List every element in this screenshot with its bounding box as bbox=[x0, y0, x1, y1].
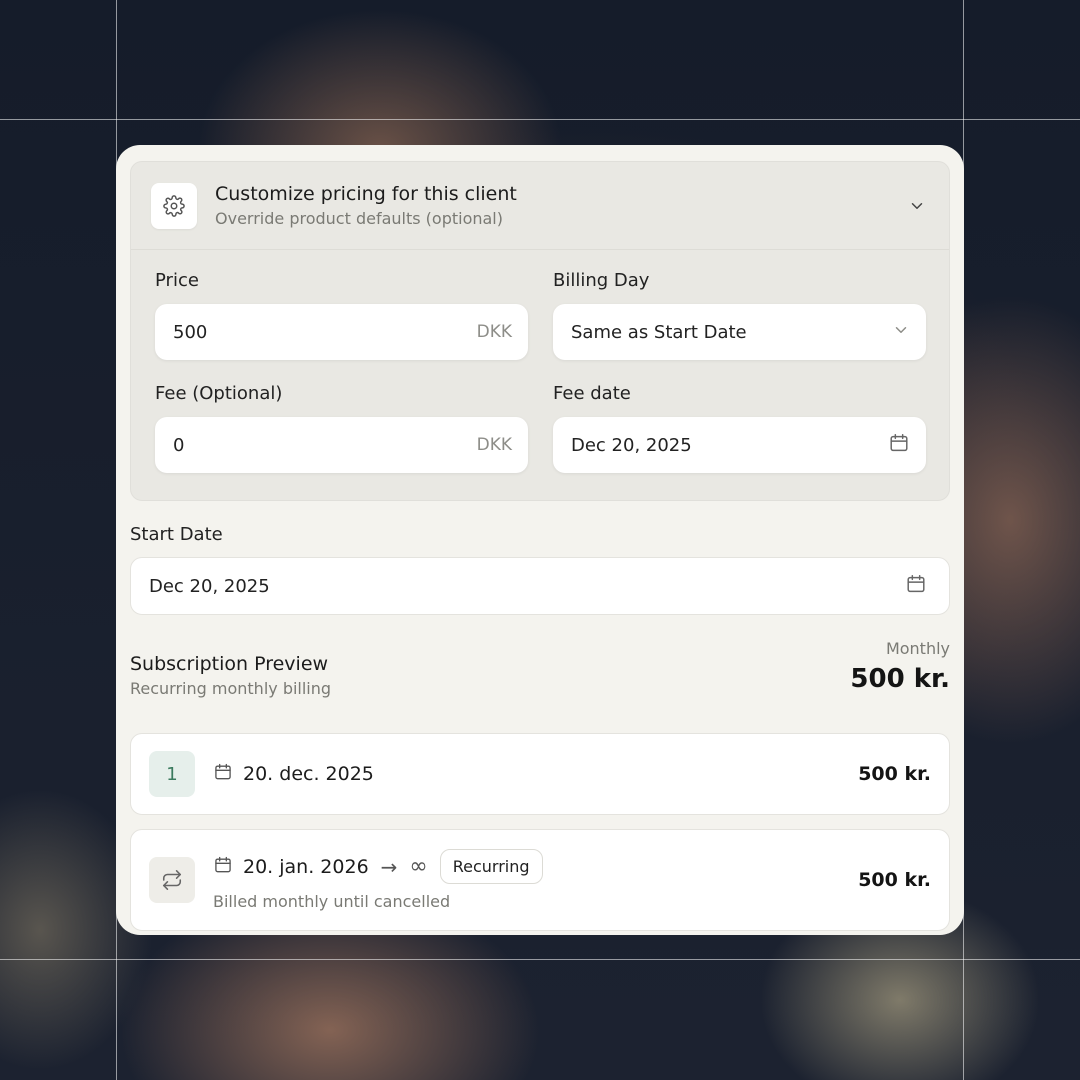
preview-total: 500 kr. bbox=[850, 664, 950, 694]
preview-title: Subscription Preview bbox=[130, 653, 329, 675]
price-input[interactable]: 500 DKK bbox=[155, 304, 528, 360]
calendar-icon[interactable] bbox=[905, 573, 927, 600]
fee-unit: DKK bbox=[476, 435, 512, 455]
gear-icon bbox=[151, 182, 197, 229]
preview-subtitle: Recurring monthly billing bbox=[130, 679, 332, 698]
chevron-down-icon bbox=[892, 321, 910, 344]
billing-day-value: Same as Start Date bbox=[571, 321, 747, 343]
fee-date-value: Dec 20, 2025 bbox=[571, 434, 692, 456]
start-date-value: Dec 20, 2025 bbox=[149, 575, 270, 597]
recurring-amount: 500 kr. bbox=[858, 869, 931, 891]
price-label: Price bbox=[155, 270, 199, 291]
calendar-icon bbox=[213, 762, 233, 786]
guide-line bbox=[0, 959, 1080, 960]
start-date-input[interactable]: Dec 20, 2025 bbox=[130, 557, 950, 615]
custom-pricing-header[interactable]: Customize pricing for this client Overri… bbox=[131, 162, 949, 250]
start-date-label: Start Date bbox=[130, 524, 223, 545]
price-field: Price 500 DKK bbox=[155, 270, 528, 383]
fee-field: Fee (Optional) 0 DKK bbox=[155, 383, 528, 496]
billing-day-field: Billing Day Same as Start Date bbox=[553, 270, 926, 383]
fee-date-input[interactable]: Dec 20, 2025 bbox=[553, 417, 926, 473]
subscription-preview-header: Subscription Preview Recurring monthly b… bbox=[130, 639, 950, 725]
preview-period: Monthly bbox=[885, 639, 950, 658]
payment-index-badge: 1 bbox=[149, 751, 195, 797]
chevron-down-icon[interactable] bbox=[905, 194, 929, 218]
price-value: 500 bbox=[173, 321, 208, 343]
schedule-row: 1 20. dec. 2025 500 kr. bbox=[130, 733, 950, 815]
billing-day-select[interactable]: Same as Start Date bbox=[553, 304, 926, 360]
infinity-icon: ∞ bbox=[409, 854, 428, 879]
custom-pricing-title: Customize pricing for this client bbox=[215, 182, 517, 205]
custom-pricing-fields: Price 500 DKK Billing Day Same as Start … bbox=[155, 270, 926, 496]
recurring-note: Billed monthly until cancelled bbox=[213, 892, 451, 911]
repeat-icon bbox=[149, 857, 195, 903]
fee-date-field: Fee date Dec 20, 2025 bbox=[553, 383, 926, 496]
billing-day-label: Billing Day bbox=[553, 270, 650, 291]
custom-pricing-subtitle: Override product defaults (optional) bbox=[215, 208, 503, 228]
price-unit: DKK bbox=[476, 322, 512, 342]
recurring-start-date: 20. jan. 2026 bbox=[243, 855, 369, 878]
recurring-badge: Recurring bbox=[439, 849, 543, 884]
arrow-right-icon: → bbox=[380, 854, 398, 879]
fee-value: 0 bbox=[173, 434, 185, 456]
subscription-card: Customize pricing for this client Overri… bbox=[116, 145, 964, 935]
schedule-row-recurring: 20. jan. 2026 → ∞ Recurring Billed month… bbox=[130, 829, 950, 931]
calendar-icon bbox=[213, 855, 233, 879]
fee-date-label: Fee date bbox=[553, 383, 631, 404]
calendar-icon[interactable] bbox=[888, 432, 910, 459]
fee-label: Fee (Optional) bbox=[155, 383, 283, 404]
payment-date: 20. dec. 2025 bbox=[243, 763, 374, 785]
fee-input[interactable]: 0 DKK bbox=[155, 417, 528, 473]
guide-line bbox=[0, 119, 1080, 120]
payment-amount: 500 kr. bbox=[858, 763, 931, 785]
custom-pricing-panel: Customize pricing for this client Overri… bbox=[130, 161, 950, 501]
